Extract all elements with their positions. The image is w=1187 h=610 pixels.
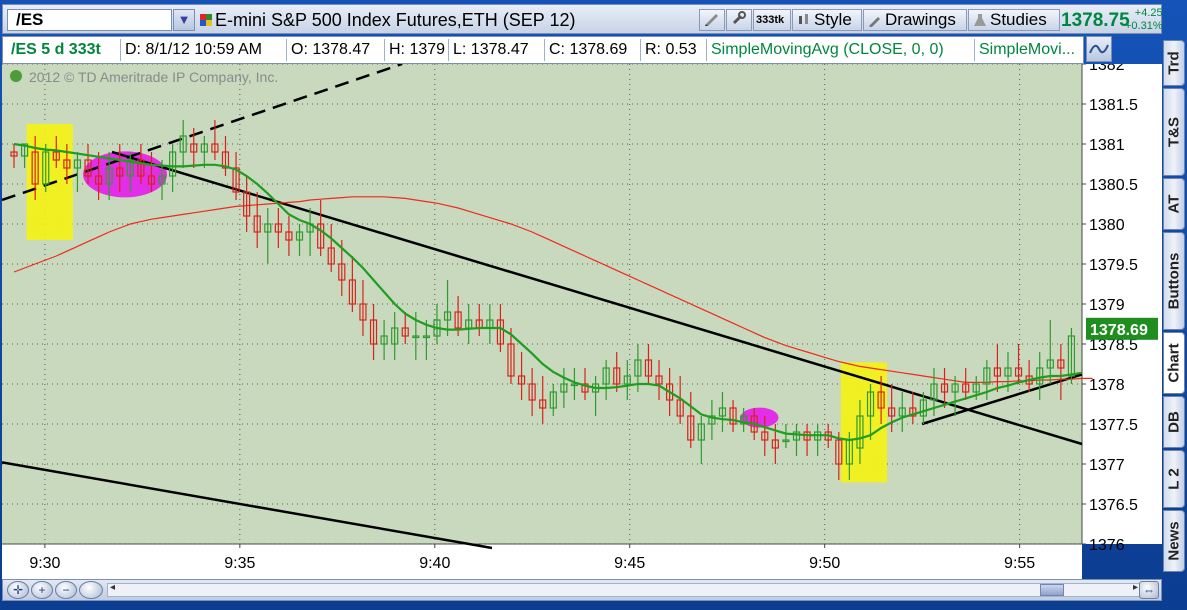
- symbol-input[interactable]: /ES: [7, 9, 172, 31]
- studies-button[interactable]: Studies: [968, 9, 1060, 31]
- info-date: D: 8/1/12 10:59 AM: [121, 39, 287, 61]
- price-label: 1378.69: [1090, 322, 1148, 339]
- aggregation-button[interactable]: 333tk: [753, 9, 791, 31]
- side-tab-db[interactable]: DB: [1163, 396, 1185, 448]
- side-tab-label: DB: [1165, 411, 1183, 433]
- chart-svg[interactable]: 13821381.513811380.513801379.513791378.5…: [1, 57, 1162, 579]
- drawings-button[interactable]: Drawings: [863, 9, 967, 31]
- chevron-down-icon: ▼: [177, 12, 191, 27]
- style-button[interactable]: Style: [792, 9, 862, 31]
- side-tab-label: AT: [1165, 194, 1183, 214]
- zoom-out-button[interactable]: −: [55, 581, 77, 599]
- side-tab-chart[interactable]: Chart: [1163, 332, 1185, 394]
- wave-icon: [1089, 44, 1109, 54]
- scroll-right-icon[interactable]: ▸: [1133, 582, 1138, 593]
- y-tick-label: 1380: [1089, 217, 1125, 234]
- x-axis-panel: [2, 544, 1082, 579]
- x-tick-label: 9:50: [809, 555, 840, 572]
- header-toolbar: /ES ▼ E-mini S&P 500 Index Futures,ETH (…: [2, 4, 1163, 34]
- side-tab-label: Trd: [1165, 51, 1183, 75]
- info-icon: [10, 70, 22, 82]
- x-tick-label: 9:35: [224, 555, 255, 572]
- study-toggle-button[interactable]: [1086, 36, 1112, 62]
- side-tabs: Trd T&S AT Buttons Chart DB L 2 News: [1163, 36, 1185, 596]
- y-tick-label: 1382: [1089, 64, 1125, 74]
- side-tab-label: Chart: [1165, 343, 1183, 383]
- pencil-ruler-icon: [705, 14, 718, 26]
- double-arrow-icon: ⇔: [1143, 583, 1155, 597]
- y-tick-label: 1377: [1089, 457, 1125, 474]
- zoom-out-icon: −: [62, 583, 70, 597]
- percent-change: +0.31%: [1125, 20, 1163, 32]
- x-tick-label: 9:30: [29, 555, 60, 572]
- info-study-sma-1[interactable]: SimpleMovingAvg (CLOSE, 0, 0): [707, 39, 975, 61]
- instrument-flag-icon: [200, 14, 212, 26]
- info-close: C: 1378.69: [545, 39, 641, 61]
- last-price: 1378.75: [1061, 10, 1130, 31]
- info-low: L: 1378.47: [449, 39, 545, 61]
- scroll-left-icon[interactable]: ◂: [110, 582, 115, 593]
- info-high: H: 1379: [385, 39, 449, 61]
- chart-info-bar: /ES 5 d 333t D: 8/1/12 10:59 AM O: 1378.…: [2, 36, 1084, 64]
- side-tab-label: Buttons: [1165, 252, 1183, 310]
- y-tick-label: 1381: [1089, 137, 1125, 154]
- side-tab-label: T&S: [1165, 117, 1183, 147]
- y-tick-label: 1376: [1089, 537, 1125, 554]
- info-range: R: 0.53: [641, 39, 707, 61]
- y-tick-label: 1379: [1089, 297, 1125, 314]
- window-frame: /ES ▼ E-mini S&P 500 Index Futures,ETH (…: [0, 0, 1187, 610]
- candles-icon: [799, 14, 808, 24]
- y-tick-label: 1379.5: [1089, 257, 1138, 274]
- symbol-dropdown-button[interactable]: ▼: [173, 9, 195, 31]
- side-tab-buttons[interactable]: Buttons: [1163, 232, 1185, 330]
- side-tab-l-2[interactable]: L 2: [1163, 450, 1185, 508]
- crosshair-icon: ✛: [12, 583, 24, 597]
- price-chart[interactable]: 1382 1381.5 1381 1380.5 1380 1379.5 1379 1378.5…: [1, 57, 1162, 579]
- x-tick-label: 9:40: [419, 555, 450, 572]
- pencil-icon: [869, 17, 880, 27]
- chart-bottom-bar: ✛ + − ◂ ▸ ⇔: [2, 579, 1162, 601]
- horizontal-scrollbar[interactable]: ◂ ▸: [107, 582, 1141, 597]
- flask-icon: [974, 14, 986, 26]
- x-tick-label: 9:45: [614, 555, 645, 572]
- side-tab-label: L 2: [1165, 468, 1183, 490]
- highlight-box[interactable]: [26, 124, 73, 240]
- side-tab-t-s[interactable]: T&S: [1163, 88, 1185, 176]
- highlight-ellipse[interactable]: [83, 151, 168, 198]
- side-tab-news[interactable]: News: [1163, 510, 1185, 572]
- instrument-description: E-mini S&P 500 Index Futures,ETH (SEP 12…: [215, 10, 576, 30]
- crosshair-button[interactable]: ✛: [7, 581, 29, 599]
- info-study-sma-2[interactable]: SimpleMovi...: [975, 39, 1081, 61]
- x-tick-label: 9:55: [1004, 555, 1035, 572]
- y-tick-label: 1376.5: [1089, 497, 1138, 514]
- zoom-fit-button[interactable]: [79, 581, 103, 599]
- y-tick-label: 1380.5: [1089, 177, 1138, 194]
- scroll-thumb[interactable]: [1040, 584, 1064, 596]
- price-change: +4.25 +0.31%: [1125, 7, 1163, 33]
- y-tick-label: 1377.5: [1089, 417, 1138, 434]
- net-change: +4.25: [1134, 7, 1163, 19]
- y-tick-label: 1378: [1089, 377, 1125, 394]
- zoom-in-button[interactable]: +: [31, 581, 53, 599]
- drawing-tool-button[interactable]: [699, 9, 725, 31]
- side-tab-trd[interactable]: Trd: [1163, 40, 1185, 86]
- side-tab-at[interactable]: AT: [1163, 178, 1185, 230]
- info-symbol-period[interactable]: /ES 5 d 333t: [7, 39, 121, 61]
- y-tick-label: 1381.5: [1089, 97, 1138, 114]
- expand-button[interactable]: ⇔: [1139, 581, 1159, 599]
- wrench-icon: [732, 11, 746, 25]
- side-tab-label: News: [1165, 521, 1183, 561]
- zoom-in-icon: +: [38, 583, 46, 597]
- settings-tool-button[interactable]: [726, 9, 752, 31]
- copyright-label: 2012 © TD Ameritrade IP Company, Inc.: [29, 69, 278, 85]
- info-open: O: 1378.47: [287, 39, 385, 61]
